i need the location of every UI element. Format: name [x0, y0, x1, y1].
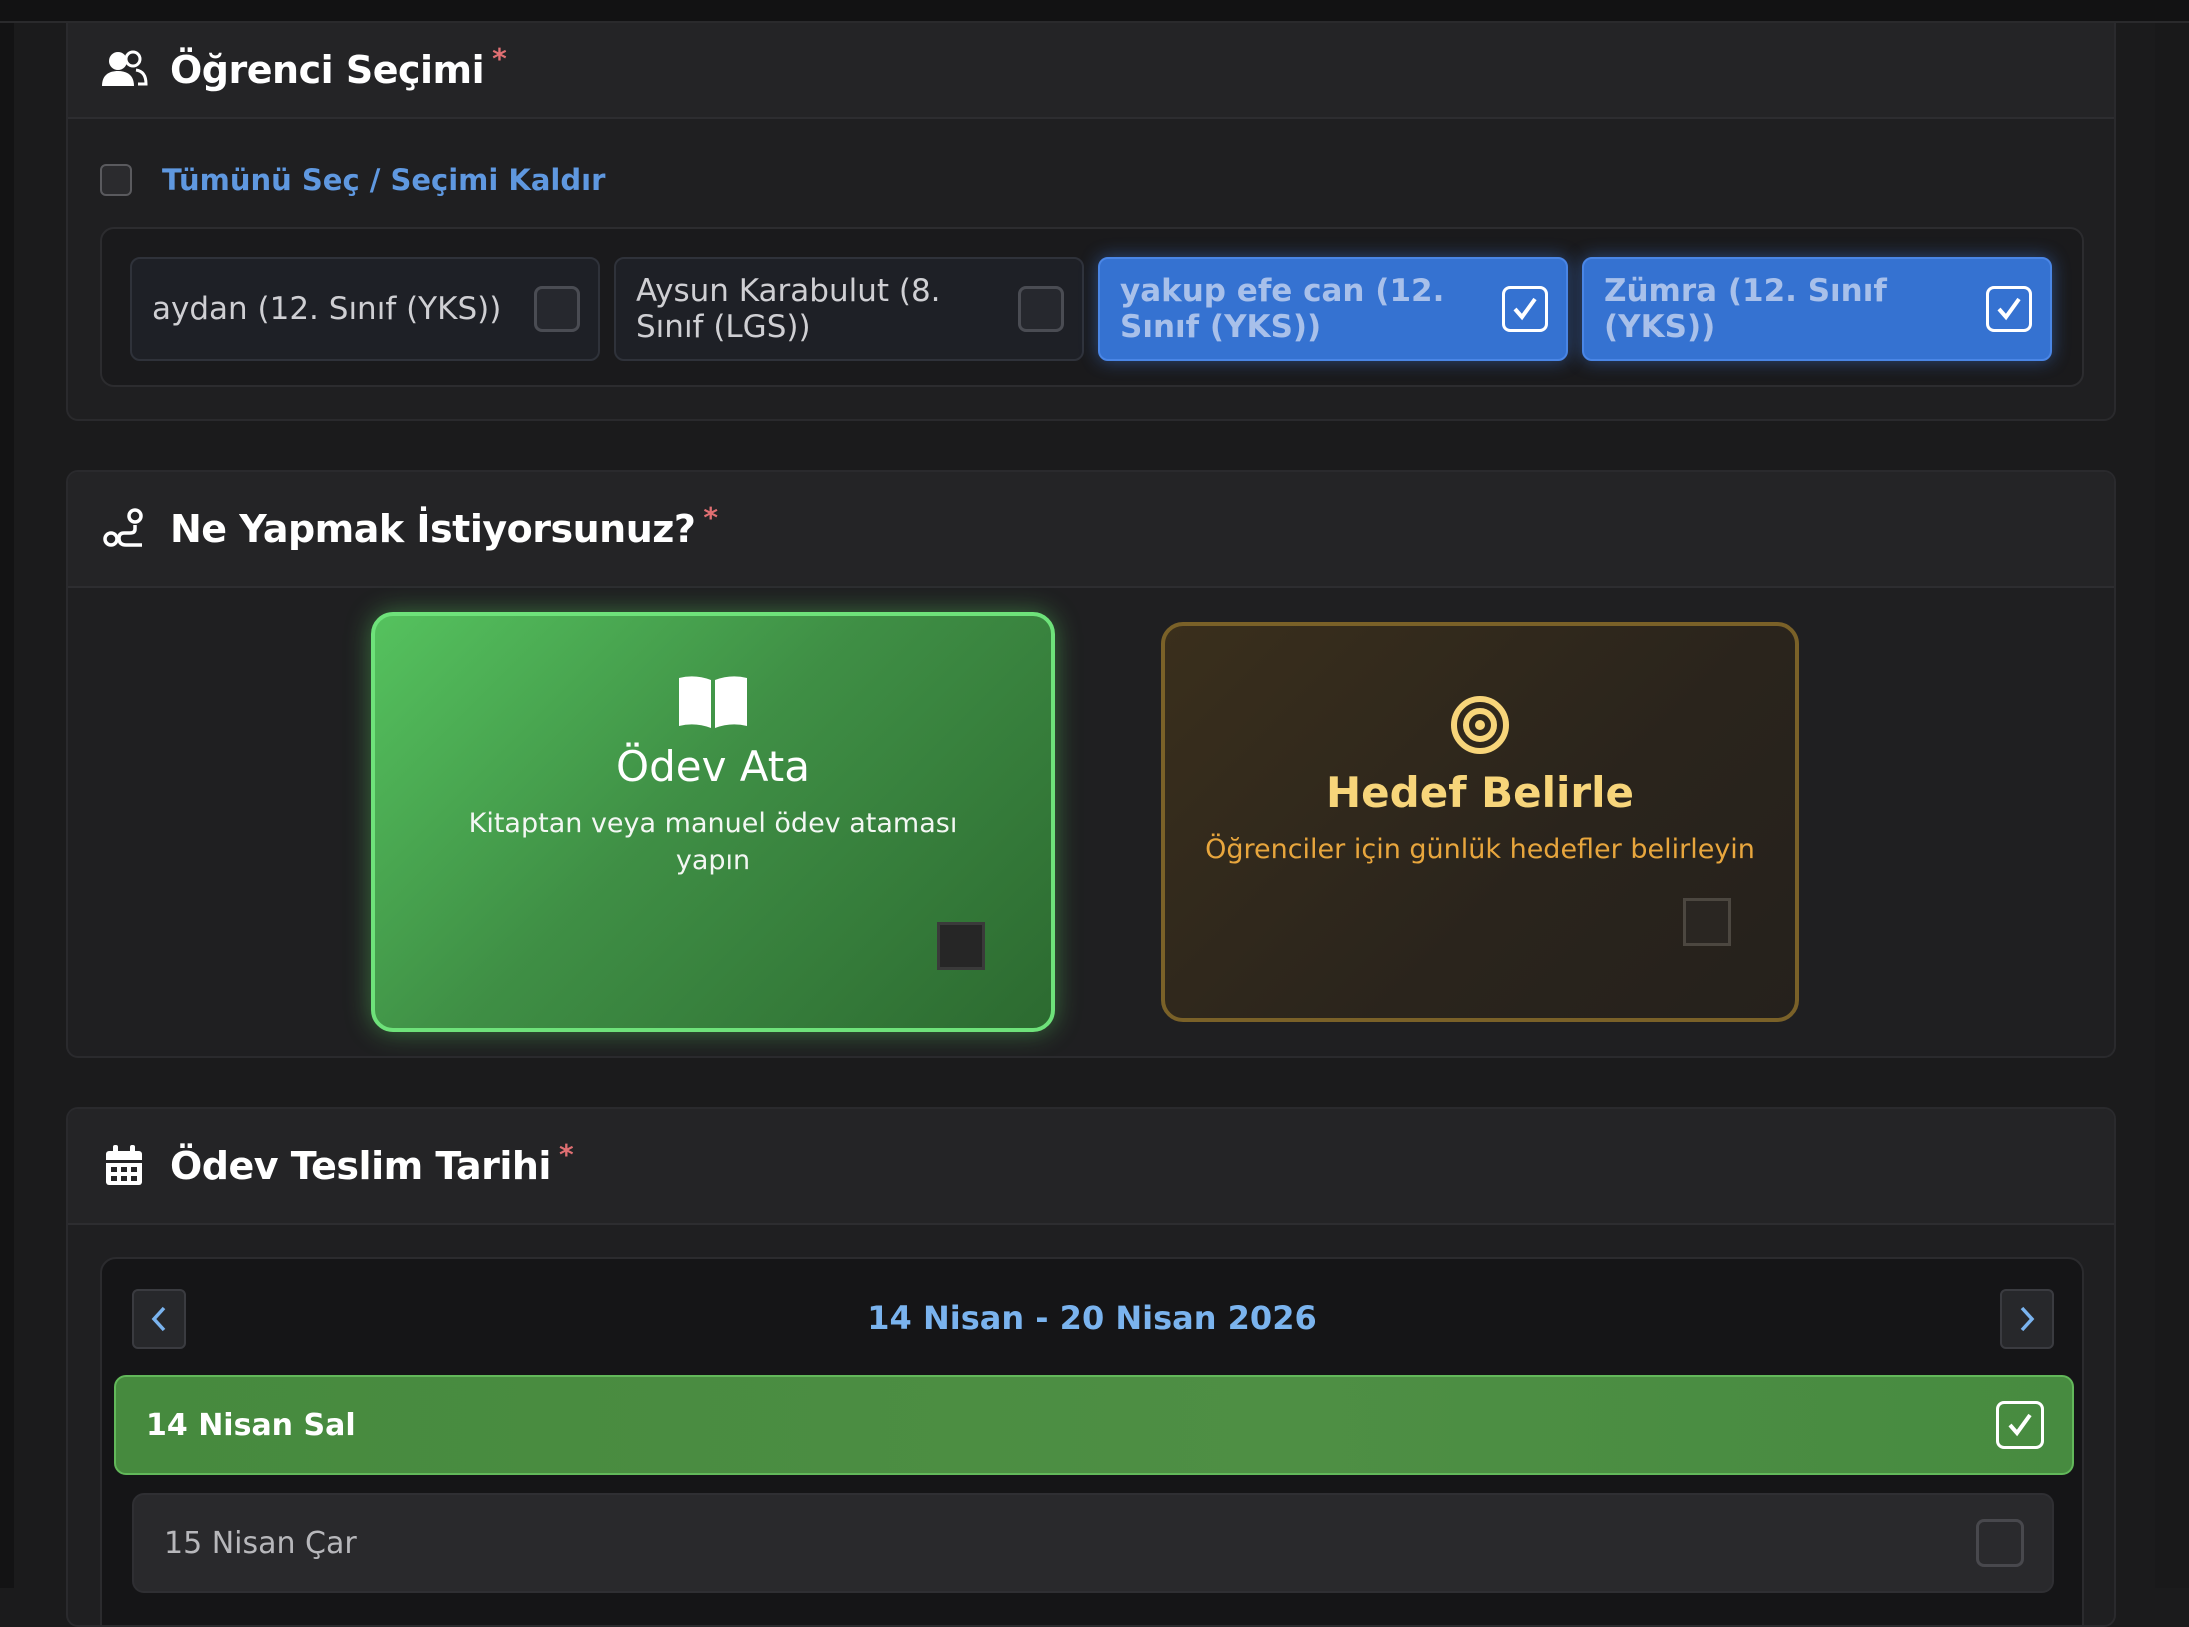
- card-header: Ne Yapmak İstiyorsunuz? *: [68, 472, 2114, 588]
- option-description: Kitaptan veya manuel ödev ataması yapın: [468, 808, 958, 876]
- sidebar-edge: [0, 23, 14, 1588]
- student-name: Aysun Karabulut (8. Sınıf (LGS)): [636, 273, 941, 345]
- card-header: Ödev Teslim Tarihi *: [68, 1109, 2114, 1225]
- route-icon: [100, 505, 148, 553]
- users-icon: [100, 46, 148, 94]
- due-date-card: Ödev Teslim Tarihi * 14 Nisan - 20 Nisan…: [66, 1107, 2116, 1627]
- student-list: aydan (12. Sınıf (YKS)) Aysun Karabulut …: [100, 227, 2084, 387]
- week-range-label: 14 Nisan - 20 Nisan 2026: [867, 1299, 1317, 1337]
- target-icon: [1449, 694, 1511, 760]
- day-checkbox[interactable]: [1996, 1401, 2044, 1449]
- student-chip[interactable]: Aysun Karabulut (8. Sınıf (LGS)): [614, 257, 1084, 361]
- calendar-icon: [100, 1142, 148, 1190]
- select-all-row[interactable]: Tümünü Seç / Seçimi Kaldır: [100, 163, 605, 197]
- student-name: Zümra (12. Sınıf (YKS)): [1604, 273, 1887, 345]
- option-title: Ödev Ata: [616, 742, 810, 791]
- card-header: Öğrenci Seçimi *: [68, 23, 2114, 119]
- student-checkbox[interactable]: [534, 286, 580, 332]
- day-row[interactable]: 14 Nisan Sal: [114, 1375, 2074, 1475]
- student-selection-card: Öğrenci Seçimi * Tümünü Seç / Seçimi Kal…: [66, 23, 2116, 421]
- required-marker: *: [558, 1137, 574, 1171]
- week-calendar: 14 Nisan - 20 Nisan 2026 14 Nisan Sal 15…: [100, 1257, 2084, 1625]
- student-chip[interactable]: yakup efe can (12. Sınıf (YKS)): [1098, 257, 1568, 361]
- check-icon: [1513, 297, 1537, 321]
- student-chip[interactable]: aydan (12. Sınıf (YKS)): [130, 257, 600, 361]
- set-goal-option[interactable]: Hedef Belirle Öğrenciler için günlük hed…: [1161, 622, 1799, 1022]
- student-chip[interactable]: Zümra (12. Sınıf (YKS)): [1582, 257, 2052, 361]
- right-edge: [2155, 23, 2189, 1588]
- day-checkbox[interactable]: [1976, 1519, 2024, 1567]
- option-description: Öğrenciler için günlük hedefler belirley…: [1205, 834, 1755, 865]
- option-title: Hedef Belirle: [1326, 768, 1634, 817]
- required-marker: *: [703, 500, 719, 534]
- student-checkbox[interactable]: [1018, 286, 1064, 332]
- required-marker: *: [492, 41, 507, 75]
- select-all-checkbox[interactable]: [100, 164, 132, 196]
- section-title: Ne Yapmak İstiyorsunuz?: [170, 507, 696, 551]
- chevron-right-icon: [2020, 1306, 2035, 1332]
- select-all-link[interactable]: Tümünü Seç / Seçimi Kaldır: [162, 163, 605, 197]
- student-name: aydan (12. Sınıf (YKS)): [152, 291, 502, 327]
- day-label: 15 Nisan Çar: [164, 1525, 357, 1561]
- day-row[interactable]: 15 Nisan Çar: [132, 1493, 2054, 1593]
- student-checkbox[interactable]: [1502, 286, 1548, 332]
- open-book-icon: [677, 674, 749, 734]
- option-checkbox[interactable]: [1683, 898, 1731, 946]
- top-bar: [0, 0, 2189, 23]
- student-checkbox[interactable]: [1986, 286, 2032, 332]
- assign-homework-option[interactable]: Ödev Ata Kitaptan veya manuel ödev atama…: [371, 612, 1055, 1032]
- check-icon: [1997, 297, 2021, 321]
- student-name: yakup efe can (12. Sınıf (YKS)): [1120, 273, 1445, 345]
- action-selection-card: Ne Yapmak İstiyorsunuz? * Ödev Ata Kitap…: [66, 470, 2116, 1058]
- section-title: Öğrenci Seçimi: [170, 48, 485, 92]
- check-icon: [2008, 1413, 2032, 1437]
- section-title: Ödev Teslim Tarihi: [170, 1144, 551, 1188]
- next-week-button[interactable]: [2000, 1289, 2054, 1349]
- option-checkbox[interactable]: [937, 922, 985, 970]
- day-label: 14 Nisan Sal: [146, 1407, 356, 1443]
